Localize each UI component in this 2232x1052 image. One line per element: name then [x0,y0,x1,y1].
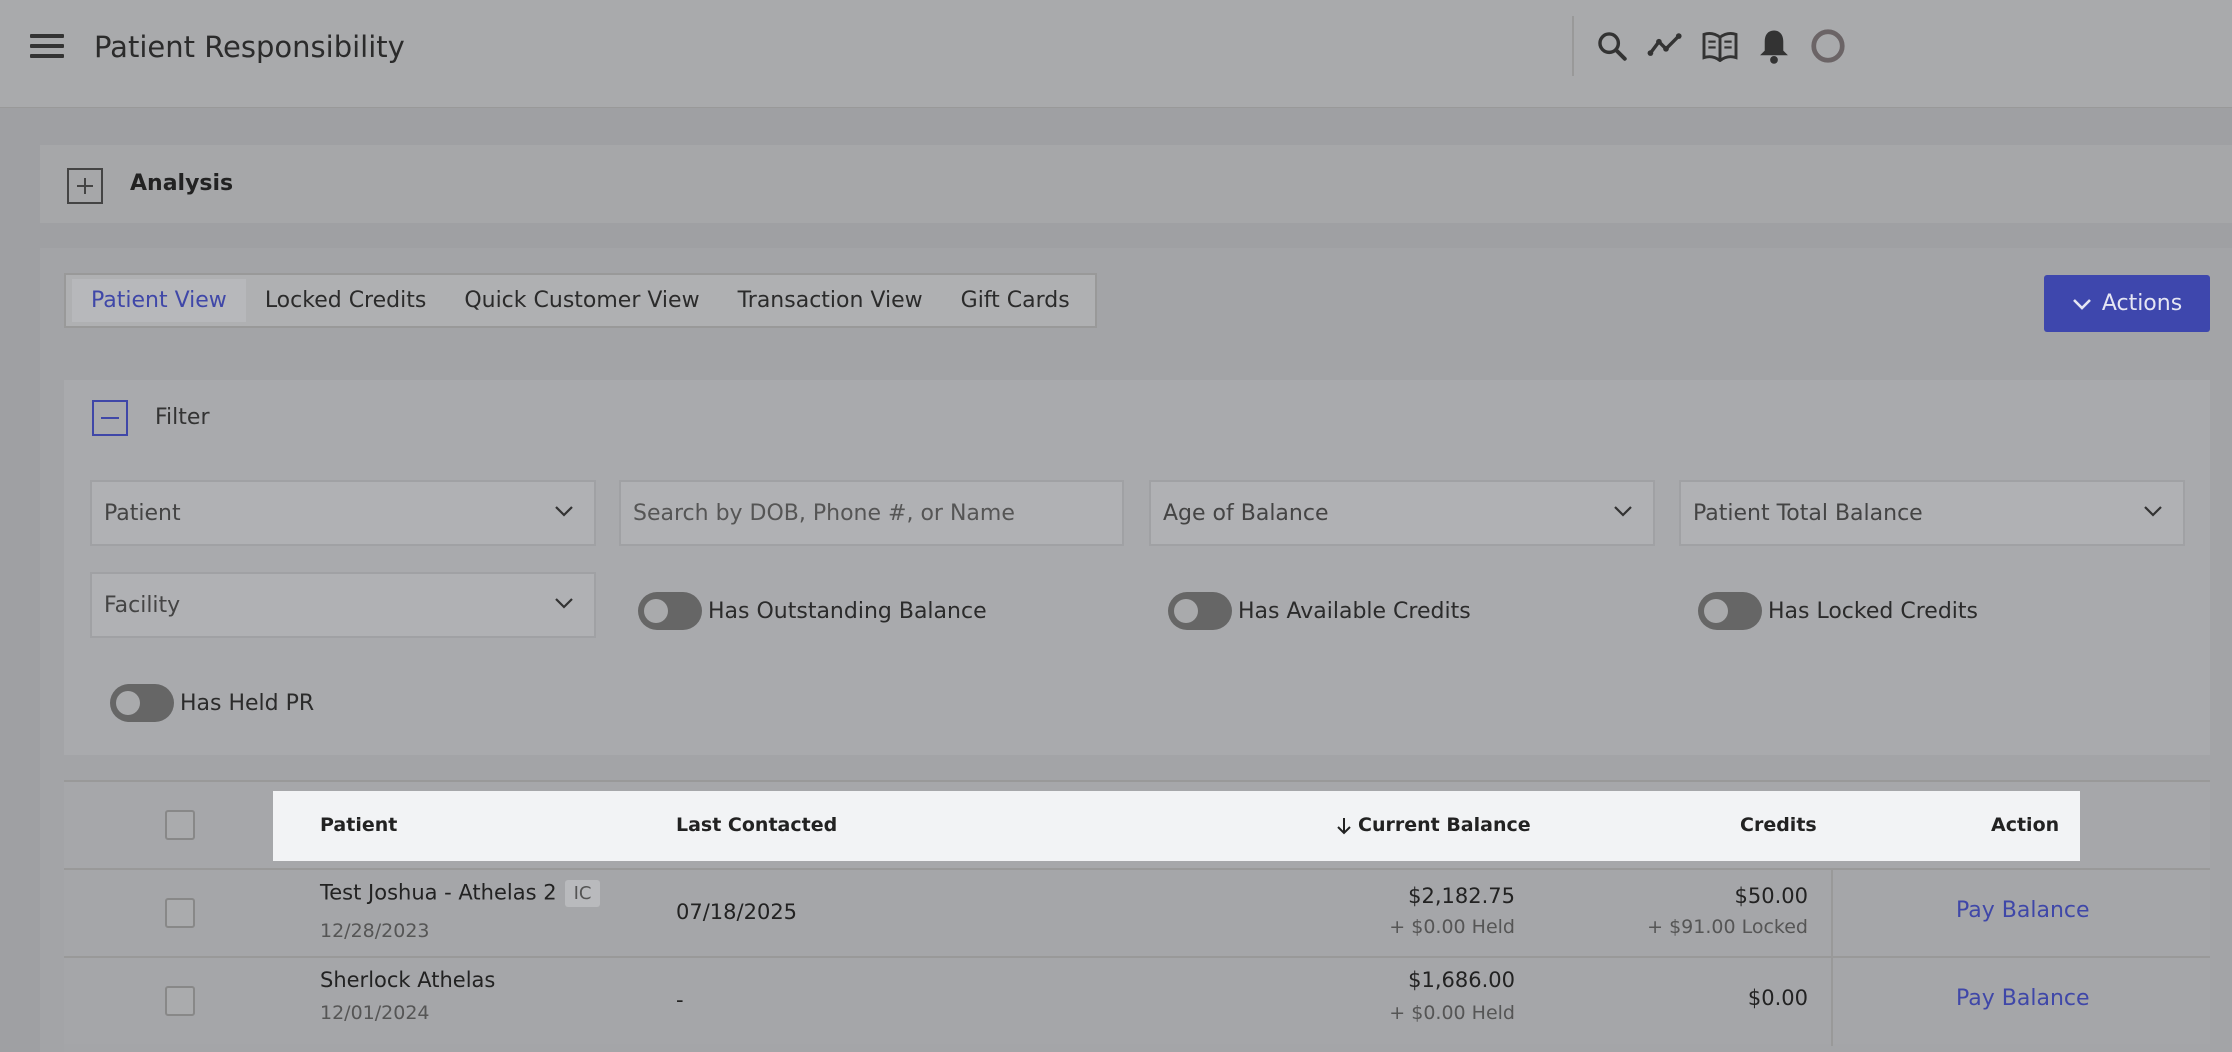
held-amount: + $0.00 Held [1389,916,1515,938]
chevron-down-icon [555,506,573,517]
patient-name[interactable]: Test Joshua - Athelas 2 [320,881,557,905]
filter-label: Filter [155,405,210,430]
actions-button[interactable]: Actions [2044,275,2210,332]
has-held-pr-toggle-row: Has Held PR [110,684,314,722]
has-locked-credits-label: Has Locked Credits [1768,598,1978,624]
loading-ring-icon[interactable] [1808,26,1848,66]
table-row[interactable]: Sherlock Athelas 12/01/2024 - $1,686.00 … [64,956,2210,1046]
tab-transaction-view[interactable]: Transaction View [719,279,942,322]
patient-total-balance-select[interactable]: Patient Total Balance [1679,480,2185,546]
column-header-last-contacted[interactable]: Last Contacted [676,814,837,836]
patient-date: 12/01/2024 [320,1002,430,1024]
select-all-checkbox[interactable] [165,810,195,840]
has-available-credits-toggle[interactable] [1168,592,1232,630]
ic-badge: IC [564,880,601,907]
has-outstanding-balance-label: Has Outstanding Balance [708,598,987,624]
locked-credits-amount: + $91.00 Locked [1647,916,1808,938]
current-balance-label: Current Balance [1358,814,1531,836]
has-available-credits-toggle-row: Has Available Credits [1168,592,1471,630]
pay-balance-link[interactable]: Pay Balance [1956,898,2090,923]
chevron-down-icon [2072,298,2091,310]
age-of-balance-select[interactable]: Age of Balance [1149,480,1655,546]
main-panel: Patient View Locked Credits Quick Custom… [40,248,2232,1052]
table-header: Patient Last Contacted Current Balance C… [64,782,2210,868]
search-input[interactable] [633,500,1122,526]
patient-total-balance-value: Patient Total Balance [1693,500,1923,526]
actions-label: Actions [2101,291,2183,316]
tab-patient-view[interactable]: Patient View [72,279,246,322]
chevron-down-icon [2144,506,2162,517]
patient-table: Patient Last Contacted Current Balance C… [64,780,2210,1052]
search-icon[interactable] [1592,26,1632,66]
patient-name-cell: Test Joshua - Athelas 2 IC [320,880,601,907]
chevron-down-icon [555,598,573,609]
credits-amount: $50.00 [1734,884,1808,908]
action-divider [1831,958,1833,1046]
tab-quick-customer-view[interactable]: Quick Customer View [445,279,718,322]
search-field[interactable] [619,480,1124,546]
has-held-pr-toggle[interactable] [110,684,174,722]
facility-select-value: Facility [104,592,181,618]
filter-panel: Filter Patient Age of Balance Patient To… [64,380,2210,755]
has-outstanding-balance-toggle-row: Has Outstanding Balance [638,592,987,630]
expand-analysis-button[interactable] [67,168,103,204]
last-contacted: - [676,988,684,1012]
has-locked-credits-toggle[interactable] [1698,592,1762,630]
column-header-current-balance[interactable]: Current Balance [1336,814,1531,836]
collapse-filter-button[interactable] [92,400,128,436]
patient-select[interactable]: Patient [90,480,596,546]
patient-select-value: Patient [104,500,181,526]
book-open-icon[interactable] [1700,26,1740,66]
row-checkbox[interactable] [165,986,195,1016]
header-divider [1572,16,1574,76]
analysis-label: Analysis [130,171,234,196]
column-header-patient[interactable]: Patient [320,814,397,836]
credits-amount: $0.00 [1747,986,1808,1010]
column-header-action: Action [1991,814,2060,836]
patient-name[interactable]: Sherlock Athelas [320,968,495,992]
page-title: Patient Responsibility [94,30,405,64]
facility-select[interactable]: Facility [90,572,596,638]
pay-balance-link[interactable]: Pay Balance [1956,986,2090,1011]
chevron-down-icon [1614,506,1632,517]
current-balance: $1,686.00 [1408,968,1515,992]
has-outstanding-balance-toggle[interactable] [638,592,702,630]
top-bar: Patient Responsibility [0,0,2232,108]
tab-gift-cards[interactable]: Gift Cards [942,279,1089,322]
menu-icon[interactable] [30,34,64,62]
column-header-credits[interactable]: Credits [1740,814,1817,836]
has-held-pr-label: Has Held PR [180,690,315,716]
held-amount: + $0.00 Held [1389,1002,1515,1024]
current-balance: $2,182.75 [1408,884,1515,908]
last-contacted: 07/18/2025 [676,900,798,924]
row-checkbox[interactable] [165,898,195,928]
arrow-down-icon [1337,817,1351,834]
view-tabs: Patient View Locked Credits Quick Custom… [64,273,1097,328]
patient-date: 12/28/2023 [320,920,430,942]
tab-locked-credits[interactable]: Locked Credits [246,279,446,322]
bell-icon[interactable] [1754,26,1794,66]
table-row[interactable]: Test Joshua - Athelas 2 IC 12/28/2023 07/… [64,868,2210,958]
action-divider [1831,870,1833,958]
chart-line-icon[interactable] [1646,26,1686,66]
analysis-panel: Analysis [40,145,2232,223]
has-locked-credits-toggle-row: Has Locked Credits [1698,592,1978,630]
age-of-balance-value: Age of Balance [1163,500,1329,526]
has-available-credits-label: Has Available Credits [1238,598,1471,624]
